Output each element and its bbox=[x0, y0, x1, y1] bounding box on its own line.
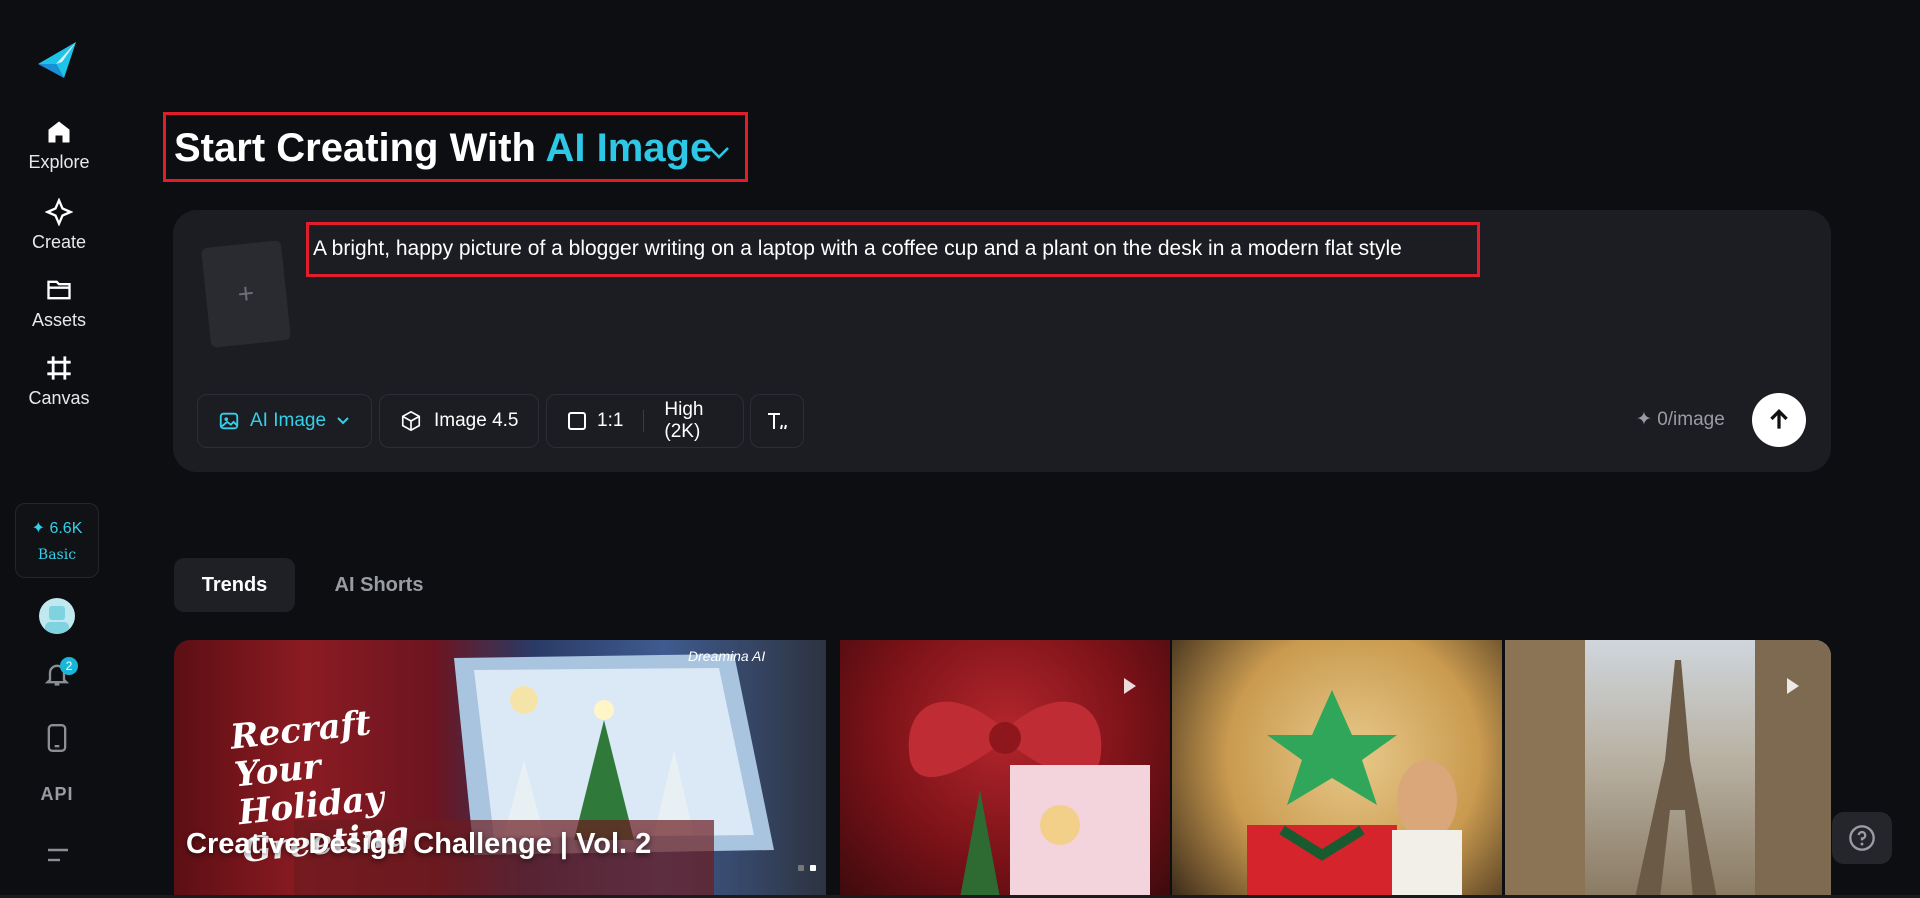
sidebar-item-label: Create bbox=[31, 232, 87, 252]
crop-icon bbox=[47, 356, 71, 380]
mobile-app-icon[interactable] bbox=[45, 724, 69, 752]
credit-cost-label: ✦ 0/image bbox=[1636, 409, 1725, 430]
eiffel-tower-image bbox=[1505, 640, 1831, 898]
model-selector[interactable]: Image 4.5 bbox=[379, 394, 539, 448]
ratio-quality-selector[interactable]: 1:1 High (2K) bbox=[546, 394, 744, 448]
sidebar-item-create[interactable]: Create bbox=[14, 198, 104, 253]
play-icon bbox=[1787, 678, 1799, 694]
home-icon bbox=[48, 121, 70, 143]
sidebar-item-label: Explore bbox=[28, 152, 90, 172]
gallery-card-gift[interactable] bbox=[1172, 640, 1502, 898]
sidebar: Explore Create Assets Canvas ✦ 6.6K Basi… bbox=[0, 0, 118, 898]
sidebar-item-assets[interactable]: Assets bbox=[14, 276, 104, 331]
folder-icon bbox=[47, 280, 71, 300]
tab-ai-shorts[interactable]: AI Shorts bbox=[312, 558, 446, 612]
mode-switcher[interactable]: AI Image bbox=[546, 126, 713, 170]
ratio-label: 1:1 bbox=[597, 410, 624, 431]
featured-card-title: Creative Design Challenge | Vol. 2 bbox=[186, 828, 652, 860]
aspect-ratio-icon bbox=[568, 412, 586, 430]
play-icon bbox=[1124, 678, 1136, 694]
sidebar-item-canvas[interactable]: Canvas bbox=[14, 354, 104, 409]
divider bbox=[643, 410, 645, 432]
quality-label: High (2K) bbox=[664, 399, 704, 442]
gallery-card-paris[interactable] bbox=[1505, 640, 1831, 898]
user-avatar-icon bbox=[45, 606, 69, 634]
avatar[interactable] bbox=[39, 598, 75, 634]
sidebar-item-label: Assets bbox=[31, 310, 87, 330]
brand-tag: Dreamina AI bbox=[688, 648, 766, 664]
sidebar-item-explore[interactable]: Explore bbox=[14, 118, 104, 173]
model-label: Image 4.5 bbox=[434, 410, 519, 431]
plus-icon: + bbox=[236, 277, 256, 310]
page-title-prefix: Start Creating With bbox=[174, 126, 536, 170]
gift-portrait-image bbox=[1247, 690, 1462, 898]
generate-button[interactable] bbox=[1752, 393, 1806, 447]
app-logo-icon[interactable] bbox=[36, 40, 78, 80]
text-style-icon bbox=[768, 413, 787, 430]
mode-dropdown[interactable]: AI Image bbox=[197, 394, 372, 448]
red-bow-image bbox=[908, 701, 1150, 898]
tab-trends[interactable]: Trends bbox=[174, 558, 295, 612]
mode-label: AI Image bbox=[250, 410, 327, 431]
page-title: Start Creating With AI Image bbox=[174, 126, 712, 171]
sparkle-icon bbox=[45, 198, 73, 226]
menu-icon[interactable] bbox=[46, 846, 70, 866]
chevron-down-icon[interactable] bbox=[708, 146, 730, 160]
gallery-card-bow[interactable] bbox=[840, 640, 1170, 898]
notification-badge: 2 bbox=[60, 657, 78, 675]
text-style-button[interactable] bbox=[750, 394, 804, 448]
credits-amount: ✦ 6.6K bbox=[31, 520, 83, 537]
arrow-up-icon bbox=[1770, 409, 1788, 429]
reference-upload-button[interactable]: + bbox=[200, 240, 292, 348]
chevron-down-icon bbox=[337, 417, 349, 425]
credits-badge[interactable]: ✦ 6.6K Basic bbox=[15, 503, 99, 578]
plan-label: Basic bbox=[37, 547, 77, 563]
sidebar-item-label: Canvas bbox=[28, 388, 90, 408]
carousel-dots[interactable] bbox=[792, 858, 816, 876]
image-icon bbox=[219, 412, 239, 430]
cube-icon bbox=[401, 410, 421, 432]
question-icon bbox=[1849, 825, 1875, 851]
prompt-input[interactable]: A bright, happy picture of a blogger wri… bbox=[313, 237, 1402, 261]
api-link[interactable]: API bbox=[34, 784, 80, 805]
help-button[interactable] bbox=[1832, 812, 1892, 864]
